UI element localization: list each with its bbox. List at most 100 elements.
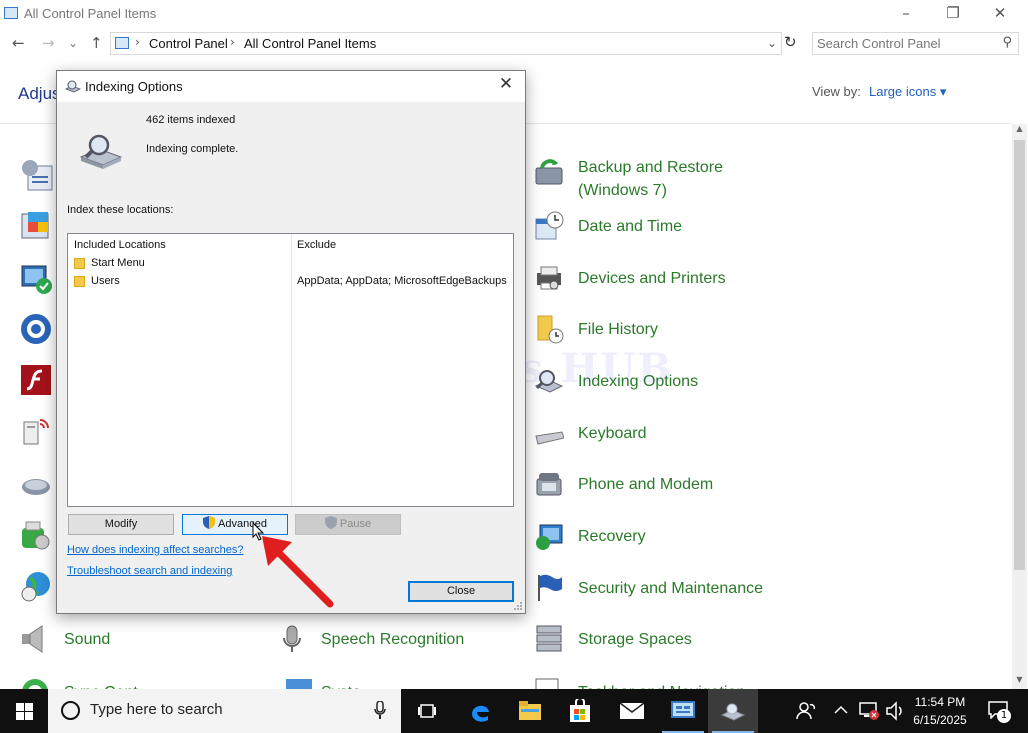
troubleshoot-link[interactable]: Troubleshoot search and indexing <box>67 565 232 577</box>
microphone-icon[interactable] <box>374 701 386 721</box>
internet-options-icon[interactable] <box>20 414 54 448</box>
edge-icon <box>472 705 489 722</box>
items-indexed-count: 462 items indexed <box>146 114 236 126</box>
cp-item-label: Backup and Restore (Windows 7) <box>578 159 723 199</box>
cp-item-devices-and-printers[interactable]: Devices and Printers <box>534 263 794 295</box>
close-window-button[interactable]: ✕ <box>978 4 1022 24</box>
control-panel-app-icon <box>4 7 18 19</box>
cp-item-label: Recovery <box>578 528 646 545</box>
uac-shield-icon <box>324 516 337 529</box>
refresh-icon[interactable]: ↻ <box>784 33 802 53</box>
cp-item-storage-spaces[interactable]: Storage Spaces <box>534 624 794 656</box>
breadcrumb-separator-icon[interactable]: › <box>230 35 235 49</box>
scroll-down-icon[interactable]: ▼ <box>1012 675 1027 689</box>
start-button[interactable] <box>0 689 48 733</box>
modify-button[interactable]: Modify <box>68 514 174 535</box>
close-button[interactable]: Close <box>408 581 514 602</box>
locations-list[interactable]: Included Locations Exclude Start Menu Us… <box>67 233 514 507</box>
cp-item-security-and-maintenance[interactable]: Security and Maintenance <box>534 573 794 605</box>
indexing-options-icon <box>721 703 745 721</box>
taskbar-icon <box>535 678 559 689</box>
keyboard-icon <box>535 431 564 445</box>
action-center-button[interactable]: 1 <box>980 689 1024 733</box>
mail-taskbar-button[interactable] <box>607 689 657 733</box>
location-exclude: AppData; AppData; MicrosoftEdgeBackups <box>297 275 507 287</box>
cp-item-speech-recognition[interactable]: Speech Recognition <box>277 624 497 656</box>
cp-item-file-history[interactable]: File History <box>534 314 794 346</box>
indexing-options-taskbar-button[interactable] <box>708 689 758 733</box>
location-name: Start Menu <box>91 257 145 269</box>
how-indexing-affects-link[interactable]: How does indexing affect searches? <box>67 544 244 556</box>
scroll-up-icon[interactable]: ▲ <box>1012 124 1027 138</box>
sync-icon <box>22 679 48 689</box>
forward-button[interactable]: → <box>42 34 55 52</box>
folder-icon <box>74 276 85 287</box>
scroll-thumb[interactable] <box>1014 140 1025 570</box>
administrative-tools-icon[interactable] <box>20 158 54 192</box>
store-taskbar-button[interactable] <box>555 689 605 733</box>
speaker-icon <box>22 625 43 653</box>
search-icon[interactable]: ⚲ <box>1002 35 1012 50</box>
recent-locations-button[interactable]: ⌄ <box>68 36 78 50</box>
cp-item-taskbar-and-navigation[interactable]: Taskbar and Navigation <box>534 677 794 689</box>
index-locations-label: Index these locations: <box>67 204 174 216</box>
region-icon[interactable] <box>20 570 54 604</box>
vertical-scrollbar[interactable]: ▲ ▼ <box>1012 124 1027 689</box>
breadcrumb-separator-icon[interactable]: › <box>135 35 140 49</box>
control-panel-taskbar-button[interactable] <box>658 689 708 733</box>
up-button[interactable]: ↑ <box>90 34 103 52</box>
indexing-icon <box>65 80 81 93</box>
resize-grip-icon[interactable] <box>513 601 523 611</box>
flag-icon <box>538 574 562 601</box>
back-button[interactable]: ← <box>12 34 25 52</box>
credential-manager-icon[interactable] <box>20 262 54 296</box>
cp-item-phone-and-modem[interactable]: Phone and Modem <box>534 469 794 501</box>
ease-of-access-icon[interactable] <box>20 312 54 346</box>
cp-item-keyboard[interactable]: Keyboard <box>534 418 794 450</box>
pause-button-label: Pause <box>339 518 372 530</box>
cp-item-label: Phone and Modem <box>578 476 714 493</box>
cp-item-system[interactable]: Syste <box>284 677 484 689</box>
task-view-icon <box>418 704 436 718</box>
cp-item-backup-and-restore[interactable]: Backup and Restore (Windows 7) <box>534 152 794 200</box>
cp-item-recovery[interactable]: Recovery <box>534 521 794 553</box>
breadcrumb-control-panel[interactable]: Control Panel <box>149 36 228 51</box>
dialog-close-icon[interactable]: ✕ <box>491 74 521 98</box>
view-by-dropdown[interactable]: Large icons ▾ <box>869 84 946 100</box>
mouse-icon[interactable] <box>20 474 54 500</box>
taskbar-search-input[interactable]: Type here to search <box>90 701 223 718</box>
cp-item-date-and-time[interactable]: Date and Time <box>534 211 794 243</box>
color-management-icon[interactable] <box>20 210 54 244</box>
programs-features-icon[interactable] <box>20 518 54 552</box>
red-arrow-annotation-icon <box>262 536 334 608</box>
cp-item-label: Syste <box>321 681 361 689</box>
search-input[interactable] <box>817 36 987 51</box>
taskbar-clock[interactable]: 11:54 PM 6/15/2025 <box>906 693 974 729</box>
cp-item-sync-center[interactable]: Sync Cent <box>20 677 220 689</box>
address-bar[interactable]: › Control Panel › All Control Panel Item… <box>110 32 782 55</box>
cp-item-sound[interactable]: Sound <box>20 624 220 656</box>
page-title: Adjus <box>18 84 61 103</box>
edge-taskbar-button[interactable] <box>455 689 505 733</box>
column-header-included[interactable]: Included Locations <box>74 239 166 251</box>
recovery-icon <box>536 524 563 550</box>
maximize-button[interactable]: ❐ <box>931 4 975 24</box>
cp-item-label: Sound <box>64 631 111 648</box>
view-by-label: View by: <box>812 84 861 99</box>
show-hidden-icons-icon[interactable] <box>834 705 848 733</box>
column-divider[interactable] <box>291 234 292 506</box>
search-box[interactable]: ⚲ <box>812 32 1019 55</box>
flash-player-icon[interactable] <box>20 364 54 398</box>
cp-item-label: Security and Maintenance <box>578 580 763 597</box>
people-icon[interactable] <box>796 701 816 733</box>
breadcrumb-all-items[interactable]: All Control Panel Items <box>244 36 376 51</box>
notification-count-badge: 1 <box>997 709 1011 723</box>
file-explorer-taskbar-button[interactable] <box>505 689 555 733</box>
address-dropdown-icon[interactable]: ⌄ <box>767 36 777 50</box>
column-header-exclude[interactable]: Exclude <box>297 239 336 251</box>
taskbar-search-box[interactable]: Type here to search <box>48 689 401 733</box>
minimize-button[interactable]: – <box>884 4 928 24</box>
volume-icon[interactable] <box>886 701 904 733</box>
network-disconnected-icon[interactable] <box>858 701 880 733</box>
task-view-button[interactable] <box>402 689 452 733</box>
